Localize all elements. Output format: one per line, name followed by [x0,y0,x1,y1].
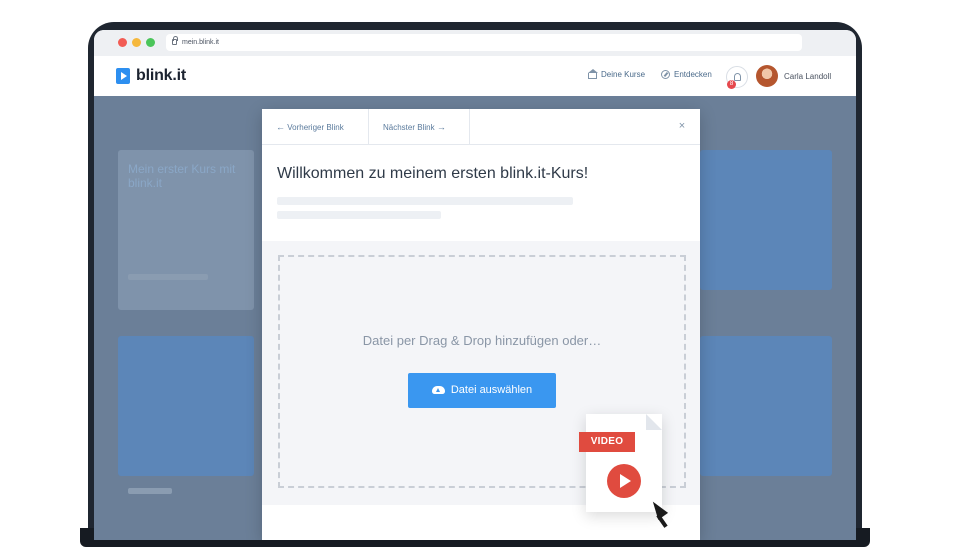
stage: mein.blink.it blink.it Deine Kurse Entde… [0,0,960,547]
background-course-image [700,336,832,476]
home-icon [588,69,598,79]
app-header: blink.it Deine Kurse Entdecken 8 Carla L… [94,56,856,96]
video-tag: VIDEO [579,432,635,452]
window-maximize-dot[interactable] [146,38,155,47]
window-close-dot[interactable] [118,38,127,47]
background-course-image [118,336,254,476]
background-placeholder [128,488,172,494]
modal-navigation: ← Vorheriger Blink Nächster Blink → × [262,109,700,145]
next-blink-button[interactable]: Nächster Blink → [369,109,470,145]
modal-title: Willkommen zu meinem ersten blink.it-Kur… [277,165,589,182]
play-icon [607,464,641,498]
arrow-left-icon: ← [276,122,285,132]
bell-icon [734,73,741,81]
text-placeholder [277,211,441,219]
avatar[interactable] [756,65,778,87]
logo[interactable]: blink.it [116,67,186,85]
laptop-screen: mein.blink.it blink.it Deine Kurse Entde… [94,30,856,540]
logo-play-icon [116,68,130,84]
choose-file-label: Datei auswählen [450,384,533,396]
previous-blink-button[interactable]: ← Vorheriger Blink [262,109,369,145]
choose-file-button[interactable]: Datei auswählen [408,373,556,408]
window-minimize-dot[interactable] [132,38,141,47]
compass-icon [661,70,670,79]
cloud-upload-icon [431,386,445,394]
text-placeholder [277,197,573,205]
previous-blink-label: Vorheriger Blink [287,123,344,132]
notification-badge: 8 [727,80,736,89]
address-bar[interactable]: mein.blink.it [166,34,802,51]
nav-entdecken[interactable]: Entdecken [661,70,712,79]
nav-entdecken-label: Entdecken [674,70,712,79]
background-placeholder [128,274,208,280]
video-file-illustration: VIDEO [579,414,662,512]
logo-text: blink.it [136,67,186,84]
background-course-image [700,150,832,290]
lock-icon [172,36,178,45]
nav-deine-kurse[interactable]: Deine Kurse [588,69,646,79]
notifications-button[interactable]: 8 [726,66,748,89]
close-icon[interactable]: × [676,120,688,132]
arrow-right-icon: → [436,122,446,132]
nav-deine-kurse-label: Deine Kurse [601,70,646,79]
next-blink-label: Nächster Blink [383,123,435,132]
url-text: mein.blink.it [182,39,219,46]
user-name[interactable]: Carla Landoll [784,72,831,81]
browser-chrome: mein.blink.it [94,30,856,56]
background-course-title: Mein erster Kurs mit blink.it [128,162,236,190]
dropzone-text: Datei per Drag & Drop hinzufügen oder… [362,333,602,348]
